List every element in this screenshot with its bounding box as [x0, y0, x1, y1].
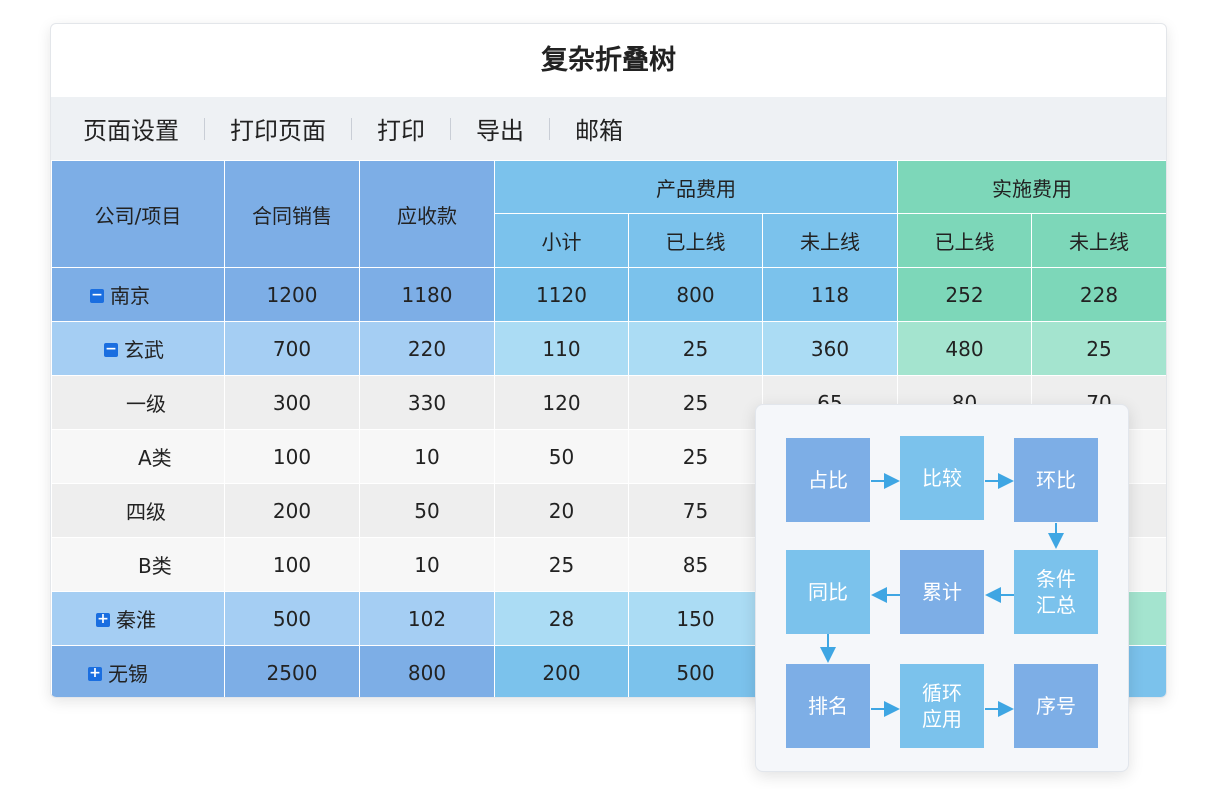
flow-year-over-year-button[interactable]: 同比	[786, 550, 870, 634]
flow-cumulative-button[interactable]: 累计	[900, 550, 984, 634]
cell: 28	[494, 591, 629, 646]
flow-proportion-button[interactable]: 占比	[786, 438, 870, 522]
cell: 20	[494, 483, 629, 538]
expand-icon[interactable]: +	[96, 612, 110, 627]
print-page-button[interactable]: 打印页面	[230, 111, 326, 146]
row-label: 南京	[110, 284, 150, 308]
print-button[interactable]: 打印	[377, 111, 425, 146]
row-label: 一级	[51, 375, 225, 430]
header-product-offline[interactable]: 未上线	[762, 213, 898, 268]
page-title: 复杂折叠树	[541, 45, 676, 76]
toolbar: 页面设置 打印页面 打印 导出 邮箱	[51, 97, 1166, 160]
header-company[interactable]: 公司/项目	[51, 160, 225, 268]
collapse-icon[interactable]: −	[90, 288, 104, 303]
flow-serial-number-button[interactable]: 序号	[1014, 664, 1098, 748]
row-label: A类	[51, 429, 225, 484]
toolbar-divider	[549, 117, 550, 140]
cell: 360	[762, 321, 898, 376]
cell: 700	[224, 321, 360, 376]
cell: 1200	[224, 267, 360, 322]
cell: 150	[628, 591, 763, 646]
toolbar-divider	[204, 117, 205, 140]
page-setup-button[interactable]: 页面设置	[83, 111, 179, 146]
email-button[interactable]: 邮箱	[575, 111, 623, 146]
cell: 85	[628, 537, 763, 592]
cell: 25	[1031, 321, 1166, 376]
header-product-online[interactable]: 已上线	[628, 213, 763, 268]
expand-icon[interactable]: +	[88, 666, 102, 681]
cell: 228	[1031, 267, 1166, 322]
header-impl-offline[interactable]: 未上线	[1031, 213, 1166, 268]
header-implementation-cost[interactable]: 实施费用	[897, 160, 1166, 214]
toolbar-divider	[450, 117, 451, 140]
flow-ranking-button[interactable]: 排名	[786, 664, 870, 748]
cell: 800	[628, 267, 763, 322]
header-contract-sales[interactable]: 合同销售	[224, 160, 360, 268]
flow-month-over-month-button[interactable]: 环比	[1014, 438, 1098, 522]
cell: 220	[359, 321, 495, 376]
cell: 25	[494, 537, 629, 592]
cell: 252	[897, 267, 1032, 322]
cell: 200	[494, 645, 629, 697]
cell: 800	[359, 645, 495, 697]
cell: 2500	[224, 645, 360, 697]
table-row: − 南京 1200 1180 1120 800 118 252 228	[51, 267, 1166, 322]
cell: 480	[897, 321, 1032, 376]
row-label: B类	[51, 537, 225, 592]
cell: 330	[359, 375, 495, 430]
flow-compare-button[interactable]: 比较	[900, 436, 984, 520]
cell: 1180	[359, 267, 495, 322]
table-row: − 玄武 700 220 110 25 360 480 25	[51, 321, 1166, 376]
cell: 110	[494, 321, 629, 376]
cell: 25	[628, 429, 763, 484]
row-label: 无锡	[108, 662, 148, 686]
cell: 50	[494, 429, 629, 484]
toolbar-divider	[351, 117, 352, 140]
header-subtotal[interactable]: 小计	[494, 213, 629, 268]
cell: 120	[494, 375, 629, 430]
cell: 10	[359, 537, 495, 592]
collapse-icon[interactable]: −	[104, 342, 118, 357]
row-label: 玄武	[124, 338, 164, 362]
cell: 75	[628, 483, 763, 538]
row-label: 秦淮	[116, 608, 156, 632]
cell: 118	[762, 267, 898, 322]
export-button[interactable]: 导出	[476, 111, 524, 146]
cell: 100	[224, 537, 360, 592]
header-product-cost[interactable]: 产品费用	[494, 160, 898, 214]
cell: 200	[224, 483, 360, 538]
row-name-cell: + 秦淮	[51, 591, 225, 646]
cell: 10	[359, 429, 495, 484]
row-label: 四级	[51, 483, 225, 538]
flow-loop-apply-button[interactable]: 循环应用	[900, 664, 984, 748]
cell: 25	[628, 375, 763, 430]
cell: 25	[628, 321, 763, 376]
function-flow-popover: 占比 比较 环比 同比 累计 条件汇总 排名 循环应用 序号	[755, 404, 1129, 772]
header-receivable[interactable]: 应收款	[359, 160, 495, 268]
header-impl-online[interactable]: 已上线	[897, 213, 1032, 268]
cell: 300	[224, 375, 360, 430]
cell: 100	[224, 429, 360, 484]
row-name-cell: − 玄武	[51, 321, 225, 376]
cell: 102	[359, 591, 495, 646]
cell: 500	[224, 591, 360, 646]
row-name-cell: − 南京	[51, 267, 225, 322]
cell: 50	[359, 483, 495, 538]
cell: 1120	[494, 267, 629, 322]
flow-conditional-summary-button[interactable]: 条件汇总	[1014, 550, 1098, 634]
row-name-cell: + 无锡	[51, 645, 225, 697]
cell: 500	[628, 645, 763, 697]
